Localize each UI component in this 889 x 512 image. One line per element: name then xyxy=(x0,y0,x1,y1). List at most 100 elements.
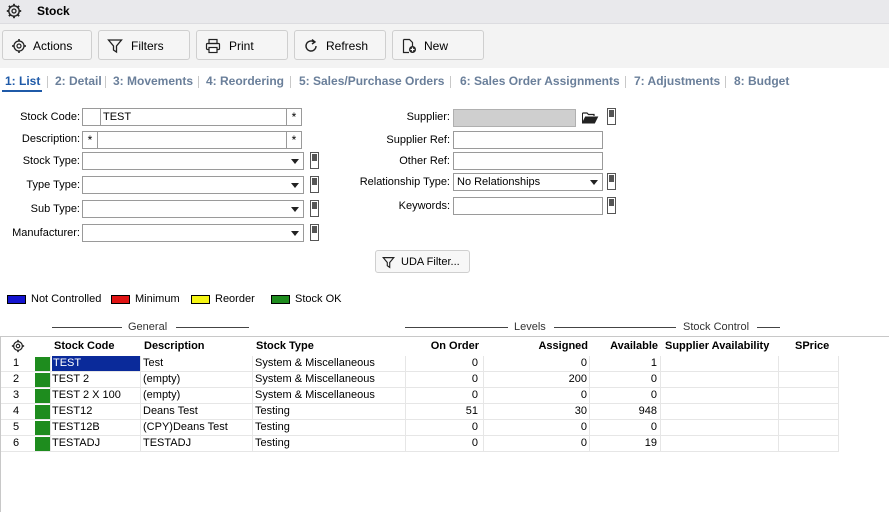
cell-stock-type: Testing xyxy=(255,405,290,417)
col-header-on-order[interactable]: On Order xyxy=(400,340,479,352)
cell-stock-type: System & Miscellaneous xyxy=(255,357,375,369)
table-row[interactable]: 1 TEST Test System & Miscellaneous 0 0 1 xyxy=(1,356,839,372)
supplier-input[interactable] xyxy=(453,109,576,127)
cell-description: Test xyxy=(143,357,164,369)
cell-stock-type: System & Miscellaneous xyxy=(255,389,375,401)
cell-description: TESTADJ xyxy=(143,437,192,449)
tab-movements[interactable]: 3: Movements xyxy=(113,74,193,88)
new-button[interactable]: New xyxy=(392,30,484,60)
manufacturer-select[interactable] xyxy=(82,224,304,242)
supplier-label: Supplier: xyxy=(406,111,450,123)
supplier-ref-input[interactable] xyxy=(453,131,603,149)
group-rule xyxy=(176,327,249,328)
wildcard-button[interactable]: * xyxy=(83,132,98,148)
legend-not-controlled: Not Controlled xyxy=(7,293,101,305)
gear-icon[interactable] xyxy=(11,339,25,353)
keywords-input[interactable] xyxy=(453,197,603,215)
description-label: Description: xyxy=(21,133,80,145)
actions-label: Actions xyxy=(33,39,73,53)
column-separator xyxy=(405,356,406,452)
folder-open-icon[interactable] xyxy=(581,110,599,126)
col-header-supplier-availability[interactable]: Supplier Availability xyxy=(665,340,769,352)
keywords-label: Keywords: xyxy=(398,200,450,212)
description-input[interactable]: * * xyxy=(82,131,302,149)
stock-status-indicator xyxy=(35,405,50,419)
row-number: 2 xyxy=(13,373,20,385)
col-header-sprice[interactable]: SPrice xyxy=(795,340,829,352)
cell-description: (empty) xyxy=(143,389,181,401)
sub-type-select[interactable] xyxy=(82,200,304,218)
supplier-picker-button[interactable] xyxy=(607,108,616,125)
relationship-type-label: Relationship Type: xyxy=(359,176,450,188)
cell-on-order: 0 xyxy=(471,357,478,369)
col-header-description[interactable]: Description xyxy=(144,340,205,352)
manufacturer-picker-button[interactable] xyxy=(310,224,319,241)
col-header-stock-code[interactable]: Stock Code xyxy=(54,340,115,352)
filter-icon xyxy=(382,257,395,269)
table-row[interactable]: 4 TEST12 Deans Test Testing 51 30 948 xyxy=(1,404,839,420)
wildcard-button[interactable]: * xyxy=(286,132,301,148)
row-number: 6 xyxy=(13,437,20,449)
uda-filter-button[interactable]: UDA Filter... xyxy=(375,250,470,273)
sub-type-picker-button[interactable] xyxy=(310,200,319,217)
table-row[interactable]: 3 TEST 2 X 100 (empty) System & Miscellaneo… xyxy=(1,388,839,404)
tab-sales-order-assignments[interactable]: 6: Sales Order Assignments xyxy=(460,74,620,88)
cell-stock-code: TEST12B xyxy=(52,421,100,433)
column-separator xyxy=(660,356,661,452)
table-row[interactable]: 5 TEST12B (CPY)Deans Test Testing 0 0 0 xyxy=(1,420,839,436)
gear-icon[interactable] xyxy=(6,3,22,19)
relationship-type-select[interactable]: No Relationships xyxy=(453,173,603,191)
filters-button[interactable]: Filters xyxy=(98,30,190,60)
stock-status-indicator xyxy=(35,421,50,435)
cell-assigned: 200 xyxy=(568,373,587,385)
tab-budget[interactable]: 8: Budget xyxy=(734,74,789,88)
row-number: 1 xyxy=(13,357,20,369)
group-stock-control: Stock Control xyxy=(683,321,750,333)
manufacturer-label: Manufacturer: xyxy=(12,227,80,239)
refresh-button[interactable]: Refresh xyxy=(294,30,386,60)
relationship-type-picker-button[interactable] xyxy=(607,173,616,190)
tab-reordering[interactable]: 4: Reordering xyxy=(206,74,284,88)
tab-separator xyxy=(198,76,199,88)
tab-detail[interactable]: 2: Detail xyxy=(55,74,102,88)
group-rule xyxy=(554,327,676,328)
tab-list[interactable]: 1: List xyxy=(5,74,40,88)
table-row[interactable]: 2 TEST 2 (empty) System & Miscellaneous 0 200… xyxy=(1,372,839,388)
tab-sales-purchase-orders[interactable]: 5: Sales/Purchase Orders xyxy=(299,74,444,88)
wildcard-button[interactable]: * xyxy=(286,109,301,125)
stock-code-input[interactable]: TEST * xyxy=(82,108,302,126)
stock-type-picker-button[interactable] xyxy=(310,152,319,169)
legend-minimum: Minimum xyxy=(111,293,180,305)
type-type-picker-button[interactable] xyxy=(310,176,319,193)
col-header-available[interactable]: Available xyxy=(594,340,658,352)
keywords-picker-button[interactable] xyxy=(607,197,616,214)
other-ref-input[interactable] xyxy=(453,152,603,170)
legend-label: Reorder xyxy=(215,293,255,305)
legend-stock-ok: Stock OK xyxy=(271,293,341,305)
cell-assigned: 0 xyxy=(580,389,587,401)
cell-assigned: 30 xyxy=(574,405,587,417)
title-bar: Stock xyxy=(0,0,889,24)
col-header-assigned[interactable]: Assigned xyxy=(490,340,588,352)
tab-separator xyxy=(290,76,291,88)
stock-code-value: TEST xyxy=(103,111,132,123)
cell-description: (empty) xyxy=(143,373,181,385)
table-row[interactable]: 6 TESTADJ TESTADJ Testing 0 0 19 xyxy=(1,436,839,452)
cell-stock-code: TEST12 xyxy=(52,405,93,417)
type-type-select[interactable] xyxy=(82,176,304,194)
col-header-stock-type[interactable]: Stock Type xyxy=(256,340,314,352)
legend-label: Not Controlled xyxy=(31,293,102,305)
print-button[interactable]: Print xyxy=(196,30,288,60)
cell-stock-code: TESTADJ xyxy=(52,437,101,449)
cell-on-order: 0 xyxy=(471,437,478,449)
column-separator xyxy=(778,356,779,452)
actions-button[interactable]: Actions xyxy=(2,30,92,60)
stock-type-select[interactable] xyxy=(82,152,304,170)
tab-adjustments[interactable]: 7: Adjustments xyxy=(634,74,720,88)
stock-status-indicator xyxy=(35,389,50,403)
tab-separator xyxy=(47,76,48,88)
field-divider xyxy=(100,109,101,125)
cell-stock-type: Testing xyxy=(255,437,290,449)
column-separator xyxy=(589,356,590,452)
toolbar: Actions Filters Print Refresh New xyxy=(0,24,889,68)
